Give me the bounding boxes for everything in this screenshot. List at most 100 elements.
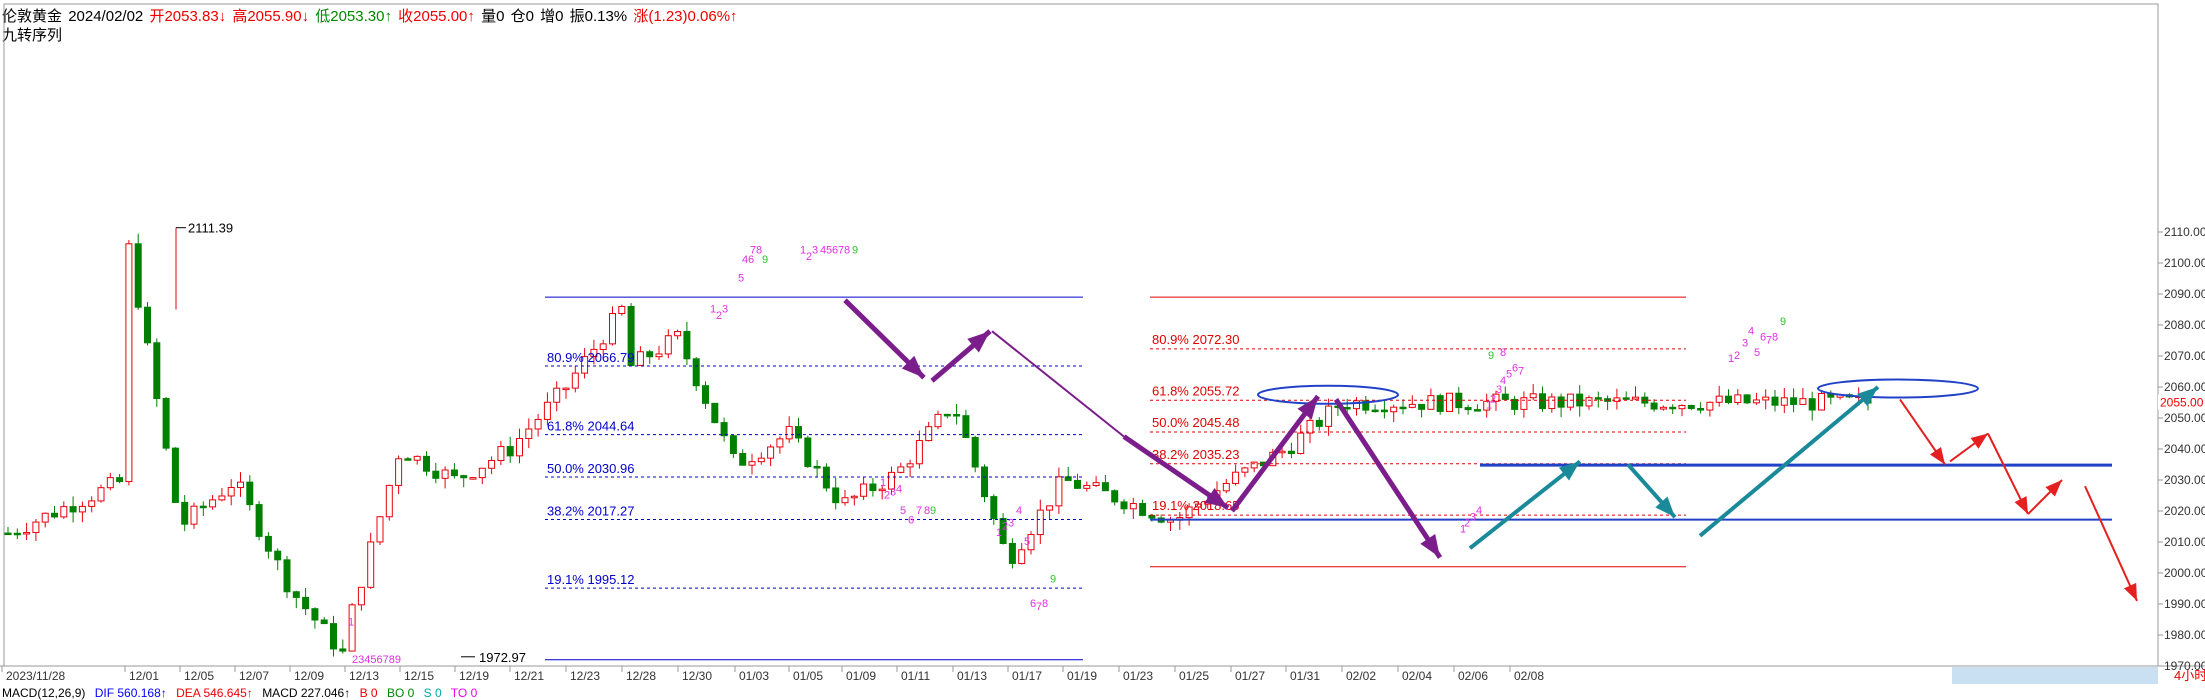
fib-left-label: 80.9% 2066.79 xyxy=(547,350,634,365)
candle-body xyxy=(97,487,105,502)
candle-body xyxy=(729,435,737,454)
y-tick-label: 2040.00 xyxy=(2164,442,2205,456)
candle-body xyxy=(1055,476,1063,507)
candle-body xyxy=(181,501,189,525)
candle-body xyxy=(460,475,468,479)
plot-frame xyxy=(3,3,2159,667)
candle-body xyxy=(1585,397,1593,407)
candle-body xyxy=(1734,394,1742,403)
candle-body xyxy=(1743,394,1751,404)
candle-body xyxy=(1111,490,1119,503)
candle-body xyxy=(720,422,728,437)
td-numeral: 5 xyxy=(1024,536,1030,548)
candle-body xyxy=(246,481,254,506)
future-zone xyxy=(1952,667,2158,684)
candle-body xyxy=(1408,403,1416,408)
candle-body xyxy=(1380,409,1388,413)
x-tick-label: 01/03 xyxy=(739,669,769,683)
dea-value: DEA 546.645↑ xyxy=(176,686,253,700)
candle-body xyxy=(664,335,672,355)
y-tick-label: 2000.00 xyxy=(2164,566,2205,580)
td-numeral: 5 xyxy=(738,273,744,285)
candle-body xyxy=(981,466,988,498)
candle-body xyxy=(497,446,505,461)
candle-body xyxy=(264,535,272,552)
x-tick-label: 2023/11/28 xyxy=(6,669,65,683)
candle-body xyxy=(1818,393,1825,411)
x-tick-label: 01/25 xyxy=(1179,669,1209,683)
candle-body xyxy=(1659,406,1667,410)
arrow-red-5 xyxy=(2084,485,2138,602)
candle-body xyxy=(897,466,905,473)
td-numeral: 4 xyxy=(1016,505,1022,517)
candle-body xyxy=(767,446,775,459)
candle-body xyxy=(1539,393,1546,410)
candle-body xyxy=(1520,397,1528,410)
arrow-red-1-head xyxy=(1930,446,1945,465)
fib-left-label: 61.8% 2044.64 xyxy=(547,419,634,434)
candle-body xyxy=(906,463,914,468)
candle-body xyxy=(1632,396,1639,400)
candle-body xyxy=(1725,395,1732,403)
candle-body xyxy=(562,387,570,391)
candle-body xyxy=(1706,401,1714,411)
trend-line xyxy=(991,330,1125,438)
candle-body xyxy=(1306,419,1314,434)
candle-body xyxy=(357,586,365,606)
td-numeral: 9 xyxy=(852,245,858,257)
candlestick-chart[interactable]: 1970.001980.001990.002000.002010.002020.… xyxy=(0,0,2205,694)
candle-body xyxy=(1222,482,1230,492)
arrow-teal-up-2 xyxy=(1698,385,1880,538)
x-tick-label: 01/11 xyxy=(901,669,930,683)
candle-body xyxy=(1678,404,1686,410)
td-numeral: 8 xyxy=(1500,347,1506,359)
x-tick-label: 01/17 xyxy=(1012,669,1042,683)
candle-body xyxy=(1241,467,1249,473)
low-label: 1972.97 xyxy=(479,650,526,665)
candle-body xyxy=(841,497,849,504)
y-tick-label: 2100.00 xyxy=(2164,256,2205,270)
candle-body xyxy=(385,484,393,518)
candle-body xyxy=(1371,409,1379,413)
candle-body xyxy=(339,648,347,652)
candle-body xyxy=(1139,503,1147,516)
x-tick-label: 01/05 xyxy=(793,669,823,683)
candle-body xyxy=(209,499,217,508)
candle-body xyxy=(1101,482,1109,492)
candle-body xyxy=(785,426,793,440)
candle-body xyxy=(1297,432,1305,455)
candle-body xyxy=(1799,398,1807,405)
candle-body xyxy=(1399,406,1407,410)
candle-body xyxy=(116,477,124,483)
timeframe-label: 4小时 xyxy=(2174,668,2205,683)
candle-body xyxy=(302,596,310,610)
candle-body xyxy=(237,481,244,488)
td-numeral: 8 xyxy=(1772,332,1778,344)
candle-body xyxy=(822,466,830,489)
candle-body xyxy=(609,313,616,345)
candle-body xyxy=(395,458,403,486)
candle-body xyxy=(1780,397,1788,406)
fib-right-label: 38.2% 2035.23 xyxy=(1152,447,1239,462)
candle-body xyxy=(702,385,709,404)
candle-body xyxy=(869,483,877,491)
td-numeral: 7 xyxy=(1518,366,1524,378)
candle-body xyxy=(1315,419,1323,427)
td-numeral: 9 xyxy=(1780,316,1786,328)
arrow-red-2-head xyxy=(1970,433,1988,449)
candle-body xyxy=(1129,503,1137,510)
candle-body xyxy=(915,440,923,465)
candle-body xyxy=(106,477,114,489)
arrow-teal-up-1 xyxy=(1468,459,1582,550)
candle-body xyxy=(1148,514,1156,519)
y-tick-label: 2070.00 xyxy=(2164,349,2205,363)
candle-body xyxy=(506,446,514,457)
candle-body xyxy=(1418,403,1426,410)
td-numeral: 5 xyxy=(900,505,906,517)
candle-body xyxy=(1250,461,1258,469)
candle-body xyxy=(423,455,430,472)
x-tick-label: 12/21 xyxy=(514,669,544,683)
candle-body xyxy=(1650,402,1658,410)
arrow-red-3-head xyxy=(2014,496,2028,515)
td-numeral: 9 xyxy=(930,505,936,517)
